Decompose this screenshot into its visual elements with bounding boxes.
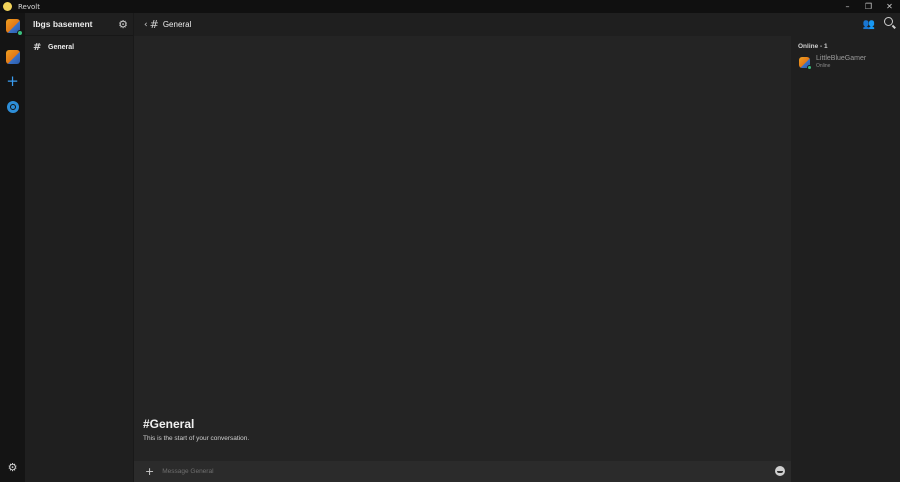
member-item[interactable]: LittleBlueGamer Online — [799, 55, 900, 70]
channel-title: General — [162, 20, 192, 29]
window-controls: – ❐ ✕ — [837, 0, 900, 13]
server-settings-gear-icon[interactable]: ⚙ — [118, 18, 128, 31]
member-name: LittleBlueGamer — [816, 55, 867, 62]
restore-button[interactable]: ❐ — [858, 0, 879, 13]
server-header[interactable]: lbgs basement ⚙ — [25, 13, 133, 36]
message-composer: + — [134, 461, 791, 482]
member-sidebar: Online - 1 LittleBlueGamer Online — [791, 36, 900, 482]
member-status: Online — [816, 63, 831, 69]
intro-subtitle: This is the start of your conversation. — [143, 435, 250, 442]
channel-item-general[interactable]: # General — [29, 40, 129, 54]
discover-button[interactable] — [4, 98, 21, 115]
intro-title: #General — [143, 417, 195, 431]
channel-sidebar: lbgs basement ⚙ # General — [25, 13, 133, 482]
plus-icon: + — [6, 72, 19, 90]
server-lbgs-basement-button[interactable] — [4, 48, 21, 65]
gear-icon: ⚙ — [7, 461, 18, 474]
chat-main: ‹ # General #General This is the start o… — [134, 13, 791, 482]
conversation-start: #General This is the start of your conve… — [143, 417, 249, 442]
hash-icon: # — [33, 41, 42, 53]
add-server-button[interactable]: + — [4, 73, 21, 90]
emoji-icon[interactable] — [775, 466, 785, 476]
server-name: lbgs basement — [33, 19, 93, 29]
user-settings-button[interactable]: ⚙ — [4, 459, 21, 476]
compass-icon — [6, 100, 19, 113]
channel-label: General — [48, 43, 75, 51]
window-titlebar: Revolt – ❐ ✕ — [0, 0, 900, 13]
online-status-dot — [16, 29, 23, 36]
message-input[interactable] — [162, 468, 753, 475]
revolt-logo-icon — [3, 2, 12, 11]
online-status-dot — [807, 64, 812, 70]
user-avatar — [5, 18, 23, 36]
upload-plus-icon[interactable]: + — [145, 465, 154, 478]
channel-header: ‹ # General — [134, 13, 791, 36]
server-rail: + ⚙ — [0, 13, 25, 482]
members-icon[interactable]: 👥 — [863, 19, 875, 30]
member-text: LittleBlueGamer Online — [816, 55, 866, 69]
home-avatar-button[interactable] — [4, 17, 23, 36]
hash-icon: # — [149, 18, 159, 31]
search-icon[interactable] — [884, 17, 893, 26]
header-actions: 👥 — [791, 13, 900, 36]
server-icon — [5, 49, 20, 64]
minimize-button[interactable]: – — [837, 0, 858, 13]
close-button[interactable]: ✕ — [879, 0, 900, 13]
member-avatar — [799, 56, 812, 70]
back-chevron-icon[interactable]: ‹ — [144, 20, 148, 30]
window-title: Revolt — [18, 2, 40, 11]
members-heading: Online - 1 — [798, 43, 828, 50]
